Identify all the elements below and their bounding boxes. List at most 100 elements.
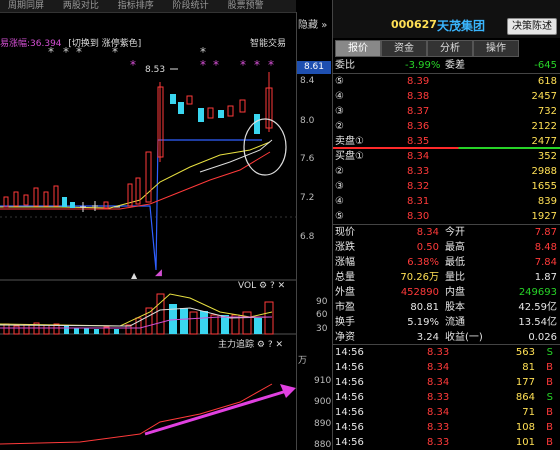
close-icon[interactable]: ✕	[278, 281, 286, 291]
tab-quote[interactable]: 报价	[335, 40, 381, 57]
vol-bar	[74, 328, 79, 334]
vol-bar	[114, 329, 119, 334]
purple-star: *	[213, 58, 219, 72]
sell-level-row: ⑤ 8.39 618	[335, 74, 557, 89]
candle-up	[33, 187, 39, 207]
sell-level-row: ④ 8.38 2457	[335, 89, 557, 104]
tracker-line	[0, 383, 273, 445]
weicha-label: 委差	[445, 60, 465, 71]
candle-up	[13, 191, 19, 207]
tracker-tick: 890	[314, 419, 332, 429]
level-volume: 839	[537, 196, 557, 207]
tick-row: 14:56 8.33 864 S	[335, 390, 557, 405]
tick-price: 8.33	[427, 422, 450, 433]
gear-icon[interactable]: ⚙	[259, 281, 267, 291]
quote-label: 内盘	[445, 287, 465, 298]
level-label: ③	[335, 106, 344, 117]
nav-item[interactable]: 两股对比	[63, 0, 99, 12]
chevron-double-icon: »	[321, 20, 328, 31]
quote-row: 总量 70.26万 量比 1.87	[335, 270, 557, 285]
candle-up	[227, 105, 234, 117]
candle-up	[23, 194, 29, 206]
tick-side: B	[546, 362, 553, 373]
quote-label: 股本	[445, 302, 465, 313]
decision-button[interactable]: 决策陈述	[507, 18, 557, 35]
nav-item[interactable]: 周期同屏	[8, 0, 44, 12]
peak-label: 8.53	[145, 65, 165, 75]
level-volume: 1927	[531, 211, 557, 222]
vol-bar	[264, 301, 274, 335]
tick-row: 14:56 8.33 563 S	[335, 345, 557, 360]
quote-label: 净资	[335, 332, 355, 343]
price-tick: 8.4	[300, 76, 315, 86]
nav-item[interactable]: 股票预警	[228, 0, 264, 12]
hide-button[interactable]: 隐藏 »	[298, 16, 327, 31]
tick-price: 8.33	[427, 392, 450, 403]
tick-price: 8.34	[427, 362, 450, 373]
level-label: ④	[335, 196, 344, 207]
tracker-tick: 900	[314, 397, 332, 407]
vol-bar	[200, 311, 208, 334]
tick-side: B	[546, 377, 553, 388]
tick-price: 8.34	[427, 407, 450, 418]
quote-row: 换手 5.19% 流通 13.54亿	[335, 315, 557, 330]
tick-time: 14:56	[335, 362, 364, 373]
ma-yellow	[0, 141, 271, 209]
quote-label: 外盘	[335, 287, 355, 298]
purple-star: *	[268, 58, 274, 72]
close-icon[interactable]: ✕	[276, 340, 284, 350]
quote-value: 70.26万	[400, 272, 439, 283]
weibi-label: 委比	[335, 60, 355, 71]
quote-value: 13.54亿	[518, 317, 557, 328]
purple-star: *	[130, 58, 136, 72]
weibi-row: 委比 -3.99% 委差 -645	[335, 58, 557, 73]
nav-item[interactable]: 阶段统计	[173, 0, 209, 12]
level-price: 8.30	[407, 211, 430, 222]
marker-up: ▲	[131, 271, 138, 280]
gear-icon[interactable]: ⚙	[257, 340, 265, 350]
tick-volume: 108	[515, 422, 535, 433]
quote-value: 80.81	[410, 302, 439, 313]
quote-row: 现价 8.34 今开 7.87	[335, 225, 557, 240]
candle-down	[178, 102, 184, 114]
buy-level-row: ③ 8.32 1655	[335, 179, 557, 194]
sell-level-row: ③ 8.37 732	[335, 104, 557, 119]
tick-volume: 563	[515, 347, 535, 358]
weicha-value: -645	[534, 60, 557, 71]
highlight-circle	[243, 118, 287, 176]
tick-time: 14:56	[335, 407, 364, 418]
tab-funds[interactable]: 资金	[381, 40, 427, 57]
quote-value: 1.87	[534, 272, 557, 283]
tab-analysis[interactable]: 分析	[427, 40, 473, 57]
chart-area: * * * * * * * * * * * 8.53 ▲ ◢	[0, 45, 296, 445]
tick-side: S	[546, 392, 553, 403]
vol-bar	[23, 324, 30, 335]
vol-bar	[189, 311, 198, 335]
nav-item[interactable]: 指标排序	[118, 0, 154, 12]
quote-value: 249693	[518, 287, 557, 298]
quote-value: 6.38%	[407, 257, 439, 268]
quote-value: 452890	[400, 287, 439, 298]
quote-label: 今开	[445, 227, 465, 238]
vol-bar	[43, 324, 50, 335]
hide-label: 隐藏	[298, 20, 318, 31]
level-price: 8.36	[407, 121, 430, 132]
vol-tick: 60	[316, 310, 328, 320]
help-icon[interactable]: ?	[268, 340, 273, 350]
help-icon[interactable]: ?	[270, 281, 275, 291]
quote-row: 外盘 452890 内盘 249693	[335, 285, 557, 300]
level-price: 8.32	[407, 181, 430, 192]
tab-operation[interactable]: 操作	[473, 40, 519, 57]
level-price: 8.33	[407, 166, 430, 177]
vol-header: VOL ⚙ ? ✕	[238, 281, 285, 291]
vol-bar	[94, 329, 99, 334]
quote-label: 涨幅	[335, 257, 355, 268]
level-label: ③	[335, 181, 344, 192]
tick-side: S	[546, 347, 553, 358]
tick-row: 14:56 8.33 108 B	[335, 420, 557, 435]
price-tick: 7.2	[300, 193, 315, 203]
quote-label: 最低	[445, 257, 465, 268]
quote-label: 涨跌	[335, 242, 355, 253]
vol-bar	[242, 311, 252, 335]
quote-label: 总量	[335, 272, 355, 283]
